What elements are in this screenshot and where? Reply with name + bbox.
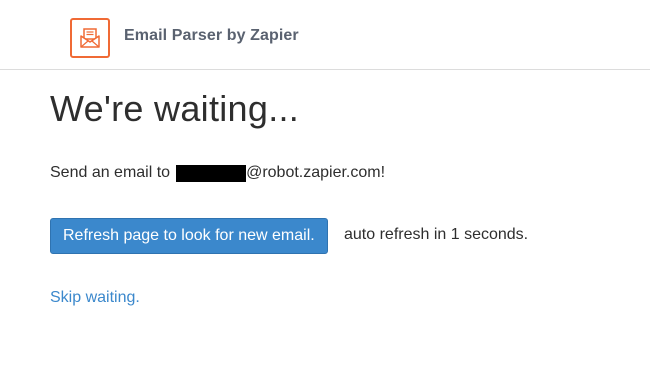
envelope-icon — [80, 28, 100, 48]
email-parser-logo[interactable] — [70, 18, 110, 58]
refresh-page-button[interactable]: Refresh page to look for new email. — [50, 218, 328, 254]
send-prefix-text: Send an email to — [50, 164, 171, 181]
app-header: Email Parser by Zapier — [0, 0, 650, 70]
redacted-email-block — [176, 164, 247, 182]
skip-waiting-link[interactable]: Skip waiting. — [50, 289, 140, 307]
auto-refresh-countdown: auto refresh in 1 seconds. — [344, 226, 529, 243]
app-brand-name[interactable]: Email Parser by Zapier — [124, 27, 299, 45]
email-domain-text: @robot.zapier.com! — [246, 164, 386, 181]
send-instructions: Send an email to @robot.zapier.com! — [50, 164, 385, 182]
page-title: We're waiting... — [50, 88, 300, 129]
